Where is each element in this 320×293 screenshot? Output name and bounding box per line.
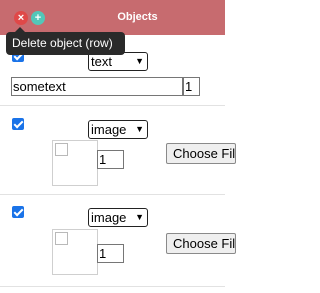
row-checkbox[interactable] [12, 206, 24, 218]
type-select[interactable]: image ▼ [88, 208, 148, 227]
choose-file-button[interactable]: Choose File [166, 233, 236, 254]
type-select[interactable]: image ▼ [88, 120, 148, 139]
delete-row-button[interactable]: × [14, 11, 28, 25]
close-icon: × [17, 12, 25, 24]
plus-icon: + [34, 12, 42, 24]
objects-header: × + Objects [0, 0, 225, 35]
image-placeholder-icon [55, 143, 68, 156]
count-input[interactable]: 1 [183, 77, 200, 96]
image-thumbnail [52, 140, 98, 186]
header-title: Objects [117, 11, 158, 23]
text-value-input[interactable]: sometext [11, 77, 183, 96]
chevron-down-icon: ▼ [135, 212, 144, 222]
image-thumbnail [52, 229, 98, 275]
row-divider [0, 105, 225, 106]
tooltip: Delete object (row) [6, 32, 125, 55]
row-divider [0, 286, 225, 287]
row-checkbox[interactable] [12, 118, 24, 130]
count-input[interactable]: 1 [97, 244, 124, 263]
image-placeholder-icon [55, 232, 68, 245]
chevron-down-icon: ▼ [135, 56, 144, 66]
row-divider [0, 194, 225, 195]
choose-file-button[interactable]: Choose File [166, 143, 236, 164]
count-input[interactable]: 1 [97, 150, 124, 169]
add-row-button[interactable]: + [31, 11, 45, 25]
chevron-down-icon: ▼ [135, 124, 144, 134]
